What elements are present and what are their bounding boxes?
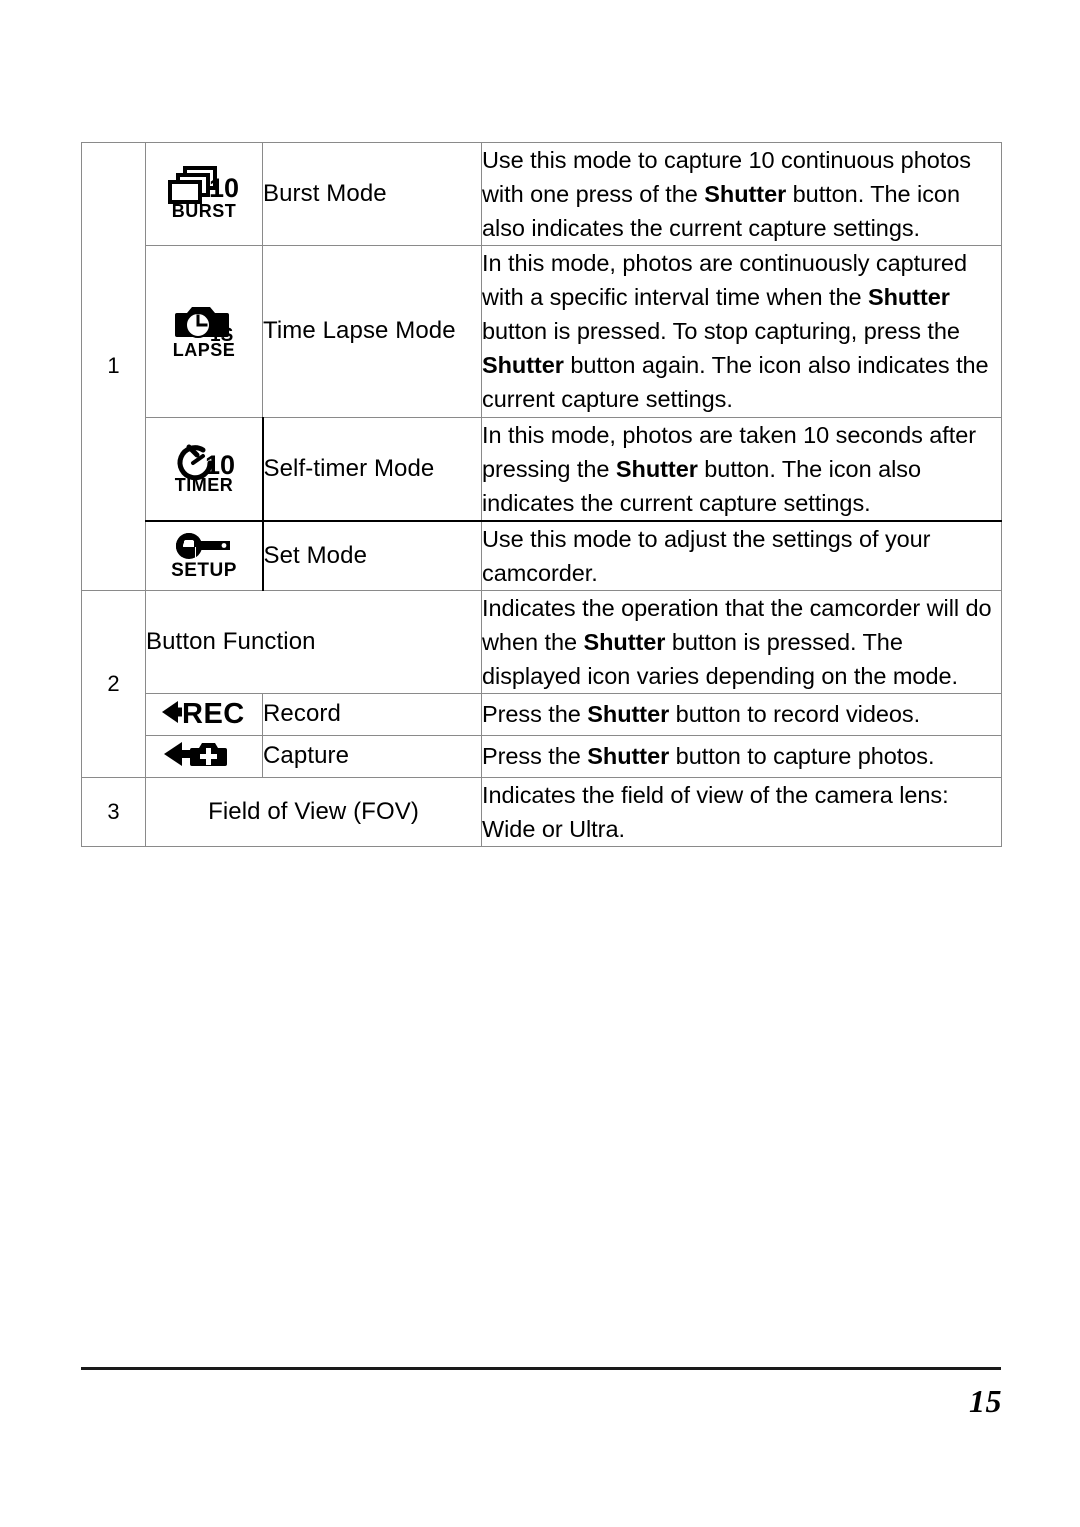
mode-description: Press the Shutter button to capture phot…: [482, 743, 935, 770]
record-arrow-icon: REC: [158, 694, 250, 730]
svg-text:BURST: BURST: [172, 201, 237, 220]
mode-label-cell-capture: Capture: [262, 735, 482, 778]
table-row: 2 Button Function Indicates the operatio…: [81, 589, 1002, 779]
icon-cell-record: REC: [145, 693, 263, 736]
row-number-cell: 2: [81, 589, 146, 779]
row-number: 3: [107, 798, 120, 824]
icon-cell-burst: 10 BURST: [145, 141, 263, 247]
svg-text:SETUP: SETUP: [171, 560, 237, 579]
mode-label: Capture: [263, 742, 350, 770]
table-row: 3 Field of View (FOV) Indicates the fiel…: [81, 776, 1002, 848]
mode-description-cell-set-mode: Use this mode to adjust the settings of …: [481, 520, 1002, 591]
mode-label-cell-fov: Field of View (FOV): [145, 776, 482, 848]
mode-label-cell-burst: Burst Mode: [262, 141, 482, 247]
document-page: 1 10 BURST Burst Mode Use this mode to c…: [0, 0, 1080, 1527]
table-row: REC Record Press the Shutter button to r…: [82, 693, 1002, 736]
table-row: 10 TIMER Self-timer Mode In this mode, p…: [82, 416, 1002, 522]
camcorder-modes-table: 1 10 BURST Burst Mode Use this mode to c…: [81, 141, 1002, 848]
svg-text:REC: REC: [182, 698, 245, 730]
mode-description: Use this mode to capture 10 continuous p…: [482, 147, 971, 242]
mode-description: In this mode, photos are continuously ca…: [482, 250, 989, 413]
mode-label: Burst Mode: [263, 180, 387, 208]
mode-label: Button Function: [146, 627, 316, 655]
mode-description: Press the Shutter button to record video…: [482, 701, 921, 728]
svg-text:LAPSE: LAPSE: [173, 340, 236, 359]
mode-description-cell-time-lapse: In this mode, photos are continuously ca…: [481, 245, 1002, 418]
row-number-cell: 3: [81, 776, 146, 848]
capture-camera-arrow-icon: [158, 736, 250, 772]
mode-description-cell-capture: Press the Shutter button to capture phot…: [481, 735, 1002, 778]
mode-label: Field of View (FOV): [208, 798, 419, 826]
icon-cell-self-timer: 10 TIMER: [145, 416, 264, 522]
mode-description: Use this mode to adjust the settings of …: [482, 525, 931, 586]
mode-label-cell-button-function: Button Function: [145, 589, 482, 695]
burst-mode-icon: 10 BURST: [165, 164, 243, 220]
mode-label: Record: [263, 700, 341, 728]
icon-cell-set-mode: SETUP: [145, 519, 264, 591]
self-timer-icon: 10 TIMER: [165, 438, 243, 494]
mode-description-cell-fov: Indicates the field of view of the camer…: [481, 776, 1002, 848]
mode-description: Indicates the operation that the camcord…: [482, 594, 992, 689]
table-row: Capture Press the Shutter button to capt…: [82, 735, 1002, 778]
setup-wrench-icon: SETUP: [165, 527, 243, 579]
mode-label-cell-set-mode: Set Mode: [261, 520, 482, 591]
svg-text:TIMER: TIMER: [175, 475, 234, 494]
mode-description: Indicates the field of view of the camer…: [482, 782, 949, 843]
table-row: 1S LAPSE Time Lapse Mode In this mode, p…: [82, 245, 1002, 418]
mode-description: In this mode, photos are taken 10 second…: [482, 421, 977, 516]
table-row: 1 10 BURST Burst Mode Use this mode to c…: [81, 141, 1002, 591]
row-number: 2: [107, 670, 120, 696]
svg-text:10: 10: [209, 173, 239, 203]
mode-description-cell-burst: Use this mode to capture 10 continuous p…: [481, 141, 1002, 247]
mode-description-cell-button-function: Indicates the operation that the camcord…: [481, 589, 1002, 695]
mode-label-cell-time-lapse: Time Lapse Mode: [262, 245, 482, 418]
row-number-cell: 1: [81, 142, 146, 591]
mode-label: Self-timer Mode: [263, 454, 435, 482]
time-lapse-icon: 1S LAPSE: [165, 299, 243, 359]
icon-cell-capture: [145, 735, 263, 778]
page-number: 15: [969, 1383, 1002, 1419]
mode-label-cell-self-timer: Self-timer Mode: [261, 416, 482, 522]
icon-cell-time-lapse: 1S LAPSE: [145, 245, 263, 418]
table-row: SETUP Set Mode Use this mode to adjust t…: [82, 519, 1002, 591]
mode-label-cell-record: Record: [262, 693, 482, 736]
mode-label: Time Lapse Mode: [263, 317, 456, 345]
mode-description-cell-self-timer: In this mode, photos are taken 10 second…: [481, 416, 1002, 522]
mode-label: Set Mode: [263, 541, 368, 569]
row-number: 1: [107, 353, 120, 379]
mode-description-cell-record: Press the Shutter button to record video…: [481, 693, 1002, 736]
footer-divider: [81, 1367, 1001, 1370]
